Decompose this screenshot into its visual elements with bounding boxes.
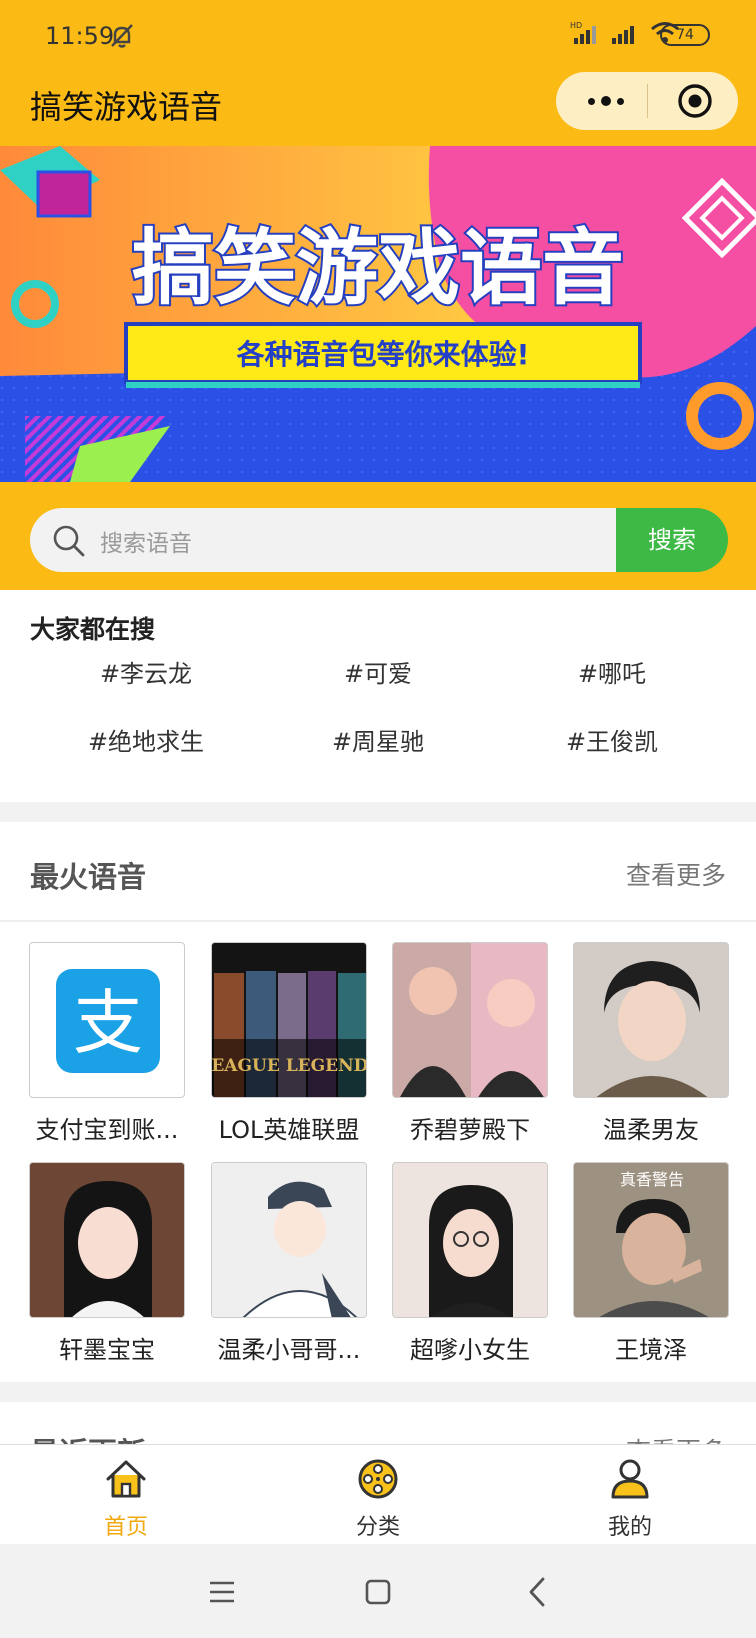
hot-tag[interactable]: #李云龙 [20, 654, 272, 689]
banner-graphic: 搞笑游戏语音 各种语音包等你来体验! [0, 146, 756, 482]
network-label: HD [570, 21, 582, 30]
illustration-image [212, 1163, 366, 1317]
voice-thumbnail: 真香警告 [573, 1162, 729, 1318]
voice-card[interactable]: 轩墨宝宝 [29, 1162, 185, 1365]
menu-icon[interactable] [204, 1574, 240, 1610]
voice-thumbnail [573, 942, 729, 1098]
page-title: 搞笑游戏语音 [30, 88, 223, 126]
hot-searches-section: 大家都在搜 #李云龙 #可爱 #哪吒 #绝地求生 #周星驰 #王俊凯 [0, 590, 756, 802]
voice-thumbnail [29, 1162, 185, 1318]
hottest-voices-section: 最火语音 查看更多 支 支付宝到账... LEAGUE LEGENDS [0, 822, 756, 1382]
section-header: 最火语音 查看更多 [0, 822, 756, 922]
alipay-badge: 支 [73, 982, 143, 1064]
voice-card[interactable]: LEAGUE LEGENDS LOL英雄联盟 [211, 942, 367, 1145]
hot-tag[interactable]: #绝地求生 [20, 722, 272, 757]
search-placeholder: 搜索语音 [100, 531, 192, 557]
user-icon [611, 1459, 649, 1499]
league-legends-image: LEAGUE LEGENDS [212, 943, 367, 1097]
voice-thumbnail: 支 [29, 942, 185, 1098]
system-navigation-bar [0, 1544, 756, 1638]
home-icon [106, 1460, 146, 1498]
voice-name: 轩墨宝宝 [59, 1336, 155, 1364]
portrait-image [30, 1163, 184, 1317]
cellular-signal-icon [612, 26, 634, 44]
portrait-image [393, 943, 547, 1097]
portrait-image [393, 1163, 547, 1317]
voice-card[interactable]: 超嗲小女生 [392, 1162, 548, 1365]
notification-off-icon [111, 24, 133, 48]
tab-category[interactable]: 分类 [252, 1445, 504, 1545]
voice-card[interactable]: 真香警告 王境泽 [573, 1162, 729, 1365]
section-title: 最火语音 [30, 860, 147, 894]
voice-name: LOL英雄联盟 [218, 1116, 360, 1144]
voice-name: 温柔男友 [603, 1116, 699, 1144]
hot-tag[interactable]: #哪吒 [486, 654, 738, 689]
voice-thumbnail [392, 942, 548, 1098]
film-reel-icon [358, 1459, 398, 1499]
status-bar: 11:59 HD 74 [0, 0, 756, 70]
voice-name: 乔碧萝殿下 [410, 1116, 530, 1144]
voice-thumbnail [392, 1162, 548, 1318]
voice-name: 王境泽 [615, 1336, 687, 1364]
voice-thumbnail [211, 1162, 367, 1318]
hot-tag[interactable]: #王俊凯 [486, 722, 738, 757]
home-square-icon[interactable] [360, 1574, 396, 1610]
alipay-logo-icon: 支 [56, 969, 160, 1073]
status-time: 11:59 [45, 22, 115, 50]
tab-label: 首页 [103, 1515, 148, 1540]
banner-subtitle: 各种语音包等你来体验! [236, 338, 530, 371]
cellular-signal-hd-icon: HD [570, 21, 596, 44]
voice-name: 支付宝到账... [35, 1116, 179, 1144]
voice-card[interactable]: 温柔小哥哥... [211, 1162, 367, 1365]
lol-badge: LEAGUE LEGENDS [212, 1056, 367, 1076]
voice-card[interactable]: 支 支付宝到账... [29, 942, 185, 1145]
capsule-divider [647, 84, 648, 118]
voice-thumbnail: LEAGUE LEGENDS [211, 942, 367, 1098]
tab-label: 我的 [607, 1515, 652, 1540]
voice-card[interactable]: 温柔男友 [573, 942, 729, 1145]
voice-name: 超嗲小女生 [410, 1336, 530, 1364]
view-more-link[interactable]: 查看更多 [626, 856, 726, 892]
search-input[interactable]: 搜索语音 [30, 508, 616, 572]
back-icon[interactable] [520, 1574, 556, 1610]
mini-program-capsule [556, 72, 738, 130]
search-button[interactable]: 搜索 [616, 508, 728, 572]
more-options-icon[interactable] [576, 72, 636, 130]
promo-banner[interactable]: 搞笑游戏语音 各种语音包等你来体验! [0, 146, 756, 482]
voice-card[interactable]: 乔碧萝殿下 [392, 942, 548, 1145]
tab-home[interactable]: 首页 [0, 1445, 252, 1545]
bottom-tab-bar: 首页 分类 我的 [0, 1444, 756, 1544]
hot-searches-title: 大家都在搜 [30, 615, 156, 644]
battery-indicator: 74 [660, 24, 710, 46]
banner-title: 搞笑游戏语音 [132, 221, 624, 316]
meme-image: 真香警告 [574, 1163, 728, 1317]
meme-caption: 真香警告 [620, 1170, 684, 1189]
header: 11:59 HD 74 搞笑游戏语音 [0, 0, 756, 146]
hot-tag[interactable]: #周星驰 [252, 722, 504, 757]
search-area: 搜索语音 搜索 [0, 482, 756, 590]
portrait-image [574, 943, 728, 1097]
search-icon [53, 525, 85, 557]
tab-profile[interactable]: 我的 [504, 1445, 756, 1545]
close-target-icon[interactable] [676, 82, 714, 120]
hot-tag[interactable]: #可爱 [252, 654, 504, 689]
voice-name: 温柔小哥哥... [217, 1336, 361, 1364]
tab-label: 分类 [355, 1515, 400, 1540]
